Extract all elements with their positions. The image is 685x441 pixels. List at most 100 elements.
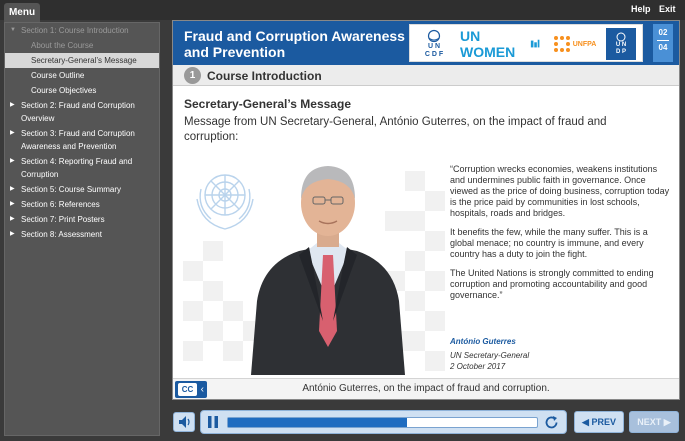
section-bar: 1 Course Introduction: [173, 65, 679, 86]
sidebar-item-label: About the Course: [31, 41, 94, 50]
mosaic-tile: [183, 341, 203, 361]
sidebar-item-label: Course Outline: [31, 71, 85, 80]
signature-date: 2 October 2017: [450, 362, 506, 371]
page-heading: Secretary-General’s Message: [184, 97, 351, 111]
menu-tab[interactable]: Menu: [4, 3, 40, 22]
sidebar-section-item[interactable]: ▶ Section 8: Assessment: [5, 227, 159, 242]
uncdf-logo: U N C D F: [416, 28, 452, 60]
uncdf-text-top: U N: [427, 43, 441, 50]
mosaic-tile: [425, 191, 445, 211]
mosaic-tile: [223, 341, 243, 361]
undp-text-top: U N: [615, 42, 627, 48]
page-intro: Message from UN Secretary-General, Antón…: [184, 116, 607, 143]
portrait-area: [183, 151, 445, 375]
sidebar-subitem[interactable]: Course Objectives: [5, 83, 159, 98]
unfpa-logo: UNFPA: [548, 28, 600, 60]
unwomen-text: UN WOMEN: [460, 28, 516, 60]
sidebar-section-item[interactable]: ▶ Section 5: Course Summary: [5, 182, 159, 197]
sidebar-section-item[interactable]: ▶ Section 2: Fraud and Corruption Overvie…: [5, 98, 159, 126]
undp-text-bottom: D P: [615, 49, 626, 55]
mosaic-tile: [203, 321, 223, 341]
sidebar-item-label: Section 3: Fraud and Corruption Awarenes…: [21, 129, 135, 151]
chevron-left-icon: ‹: [200, 384, 204, 395]
replay-icon[interactable]: [543, 414, 560, 431]
mosaic-tile: [425, 231, 445, 251]
page-total: 04: [658, 43, 668, 52]
unfpa-text: UNFPA: [572, 40, 597, 48]
mosaic-tile: [183, 301, 203, 321]
chevron-right-icon: ▶: [10, 158, 15, 164]
sidebar-subitem[interactable]: Secretary-General’s Message: [5, 53, 159, 68]
sidebar-subitem[interactable]: About the Course: [5, 38, 159, 53]
quote-paragraph: The United Nations is strongly committed…: [450, 268, 654, 300]
sidebar-subitem[interactable]: Course Outline: [5, 68, 159, 83]
page-counter: 02 04: [653, 24, 673, 62]
sidebar-section-item[interactable]: ▼ Section 1: Course Introduction: [5, 23, 159, 38]
mosaic-tile: [425, 351, 445, 371]
speaker-icon: [179, 416, 190, 428]
course-header: Fraud and Corruption Awareness and Preve…: [173, 21, 679, 65]
signature-name: António Guterres: [450, 337, 516, 346]
sidebar-item-label: Section 8: Assessment: [21, 230, 102, 239]
mosaic-tile: [425, 311, 445, 331]
pause-icon[interactable]: [205, 414, 221, 430]
progress-fill: [228, 418, 408, 427]
exit-link[interactable]: Exit: [659, 4, 676, 14]
chevron-right-icon: ▶: [10, 216, 15, 222]
sidebar-item-label: Section 7: Print Posters: [21, 215, 105, 224]
sidebar-item-label: Section 5: Course Summary: [21, 185, 122, 194]
chevron-right-icon: ▶: [10, 130, 15, 136]
prev-button[interactable]: ◀ PREV: [574, 411, 624, 433]
page-divider: [657, 40, 669, 41]
uncdf-text-bottom: C D F: [424, 51, 444, 58]
closed-captions-button[interactable]: CC ‹: [175, 381, 207, 398]
unfpa-dots-icon: [553, 36, 570, 52]
course-menu-list: ▼ Section 1: Course Introduction About the…: [5, 23, 159, 242]
portrait-antonio-guterres: [251, 166, 405, 375]
section-title: Course Introduction: [207, 69, 322, 83]
sidebar-section-item[interactable]: ▶ Section 3: Fraud and Corruption Awarene…: [5, 126, 159, 154]
main-content-panel: Fraud and Corruption Awareness and Preve…: [172, 20, 680, 400]
section-number-badge: 1: [184, 67, 201, 84]
un-emblem-small-icon: [616, 32, 626, 42]
chevron-right-icon: ▶: [10, 201, 15, 207]
course-menu-sidebar: ▼ Section 1: Course Introduction About the…: [4, 22, 160, 436]
mosaic-tile: [203, 241, 223, 261]
unwomen-symbol-icon: [530, 39, 540, 48]
progress-track[interactable]: [227, 417, 538, 428]
sidebar-item-label: Section 2: Fraud and Corruption Overview: [21, 101, 135, 123]
page-current: 02: [658, 28, 668, 37]
media-player: [200, 410, 567, 434]
quote-paragraph: It benefits the few, while the many suff…: [450, 227, 648, 259]
signature-role: UN Secretary-General: [450, 351, 530, 360]
course-title: Fraud and Corruption Awareness and Preve…: [184, 28, 405, 60]
cc-icon: CC: [178, 383, 197, 396]
next-button[interactable]: NEXT ▶: [629, 411, 679, 433]
mosaic-tile: [203, 281, 223, 301]
chevron-right-icon: ▶: [10, 186, 15, 192]
mosaic-tile: [183, 261, 203, 281]
sidebar-section-item[interactable]: ▶ Section 4: Reporting Fraud and Corrupti…: [5, 154, 159, 182]
caption-bar: António Guterres, on the impact of fraud…: [173, 378, 679, 399]
sidebar-item-label: Section 1: Course Introduction: [21, 26, 129, 35]
sidebar-item-label: Section 6: References: [21, 200, 100, 209]
sidebar-item-label: Secretary-General’s Message: [31, 56, 137, 65]
chevron-right-icon: ▶: [10, 231, 15, 237]
quote-paragraph: “Corruption wrecks economies, weakens in…: [450, 164, 670, 218]
quote-block: “Corruption wrecks economies, weakens in…: [450, 164, 672, 309]
partner-logos: U N C D F UN WOMEN UNFPA U N D P: [409, 24, 643, 62]
sidebar-section-item[interactable]: ▶ Section 6: References: [5, 197, 159, 212]
mosaic-tile: [425, 271, 445, 291]
mosaic-tile: [223, 301, 243, 321]
undp-logo: U N D P: [606, 28, 636, 60]
sidebar-section-item[interactable]: ▶ Section 7: Print Posters: [5, 212, 159, 227]
caption-text: António Guterres, on the impact of fraud…: [302, 383, 550, 394]
sidebar-item-label: Section 4: Reporting Fraud and Corruptio…: [21, 157, 133, 179]
help-link[interactable]: Help: [631, 4, 651, 14]
chevron-right-icon: ▶: [10, 102, 15, 108]
volume-button[interactable]: [173, 412, 195, 432]
chevron-down-icon: ▼: [10, 27, 16, 33]
sidebar-item-label: Course Objectives: [31, 86, 97, 95]
top-bar: Menu Help Exit: [0, 0, 685, 22]
un-wreath-icon: [427, 29, 441, 43]
